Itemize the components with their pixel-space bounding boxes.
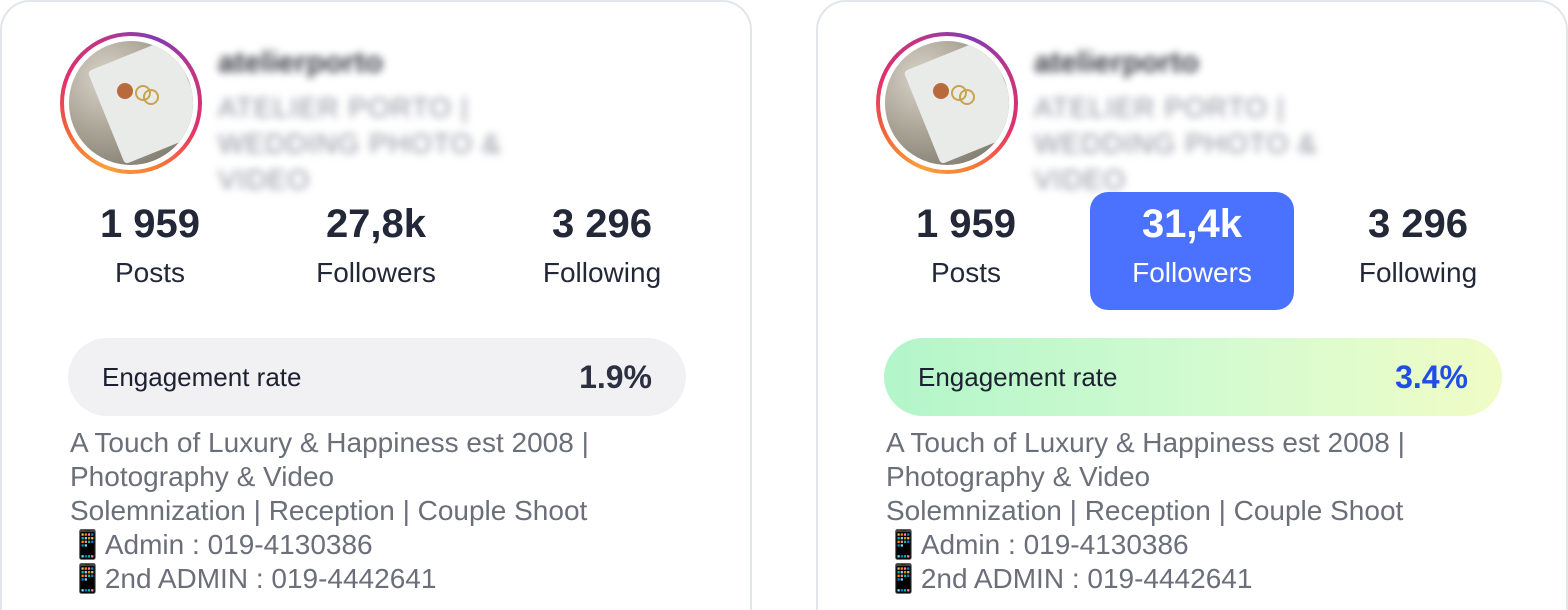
bio-line: 📱Admin : 019-4130386	[70, 529, 373, 560]
following-label: Following	[542, 257, 662, 288]
username[interactable]: atelierporto	[218, 46, 383, 80]
stat-following[interactable]: 3 296 Following	[1316, 192, 1520, 310]
username[interactable]: atelierporto	[1034, 46, 1199, 80]
avatar-photo	[69, 41, 193, 165]
bio: A Touch of Luxury & Happiness est 2008 |…	[886, 426, 1506, 596]
engagement-value: 3.4%	[1395, 358, 1468, 395]
followers-count: 27,8k	[325, 202, 427, 246]
bio-line: A Touch of Luxury & Happiness est 2008 |	[886, 427, 1405, 458]
engagement-label: Engagement rate	[918, 361, 1118, 392]
following-count: 3 296	[1367, 202, 1469, 246]
engagement-label: Engagement rate	[102, 361, 302, 392]
following-count: 3 296	[551, 202, 653, 246]
bio-line: Solemnization | Reception | Couple Shoot	[886, 495, 1404, 526]
followers-label: Followers	[1132, 257, 1252, 288]
bio-line: Photography & Video	[886, 461, 1151, 492]
following-label: Following	[1358, 257, 1478, 288]
stat-following[interactable]: 3 296 Following	[500, 192, 704, 310]
profile-card-after: atelierporto ATELIER PORTO | WEDDING PHO…	[816, 0, 1568, 610]
full-name: ATELIER PORTO | WEDDING PHOTO & VIDEO	[1034, 92, 1318, 195]
stat-posts[interactable]: 1 959 Posts	[864, 192, 1068, 310]
stat-followers[interactable]: 27,8k Followers	[274, 192, 478, 310]
bio-line: 📱Admin : 019-4130386	[886, 529, 1189, 560]
bio-line: 📱2nd ADMIN : 019-4442641	[70, 563, 437, 594]
bio: A Touch of Luxury & Happiness est 2008 |…	[70, 426, 690, 596]
avatar-photo	[885, 41, 1009, 165]
avatar[interactable]	[60, 32, 202, 174]
bio-line: 📱2nd ADMIN : 019-4442641	[886, 563, 1253, 594]
posts-label: Posts	[930, 257, 1002, 288]
engagement-rate-bar: Engagement rate 3.4%	[884, 338, 1502, 416]
posts-count: 1 959	[99, 202, 201, 246]
followers-label: Followers	[316, 257, 436, 288]
posts-label: Posts	[114, 257, 186, 288]
stat-posts[interactable]: 1 959 Posts	[48, 192, 252, 310]
bio-line: Photography & Video	[70, 461, 335, 492]
full-name: ATELIER PORTO | WEDDING PHOTO & VIDEO	[218, 92, 502, 195]
bio-line: Solemnization | Reception | Couple Shoot	[70, 495, 588, 526]
bio-line: A Touch of Luxury & Happiness est 2008 |	[70, 427, 589, 458]
engagement-rate-bar: Engagement rate 1.9%	[68, 338, 686, 416]
followers-count: 31,4k	[1141, 202, 1243, 246]
profile-card-before: atelierporto ATELIER PORTO | WEDDING PHO…	[0, 0, 752, 610]
stat-followers-highlighted[interactable]: 31,4k Followers	[1090, 192, 1294, 310]
avatar[interactable]	[876, 32, 1018, 174]
engagement-value: 1.9%	[579, 358, 652, 395]
posts-count: 1 959	[915, 202, 1017, 246]
